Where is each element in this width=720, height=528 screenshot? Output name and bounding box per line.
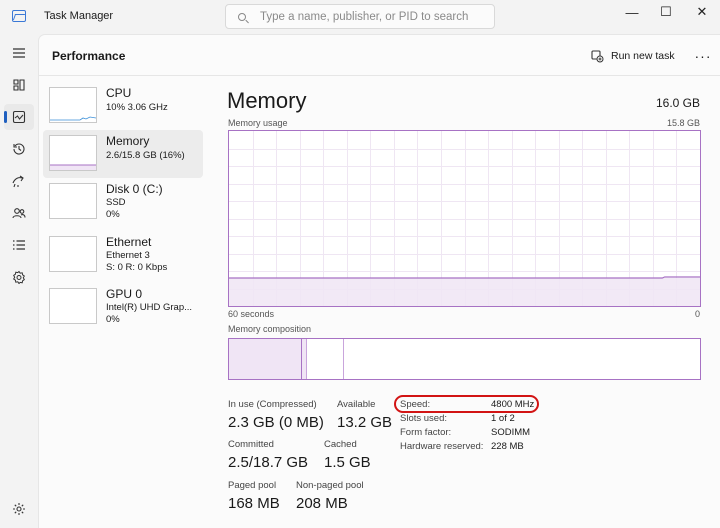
device-disk[interactable]: Disk 0 (C:) SSD 0% xyxy=(43,178,203,226)
page-title: Performance xyxy=(52,49,126,63)
form-factor-label: Form factor: xyxy=(400,427,452,438)
search-icon xyxy=(238,13,246,21)
details-icon xyxy=(13,240,25,250)
app-title: Task Manager xyxy=(44,10,114,22)
task-manager-app-icon xyxy=(12,10,26,22)
device-ethernet[interactable]: Ethernet Ethernet 3 S: 0 R: 0 Kbps xyxy=(43,231,203,279)
paged-pool-value: 168 MB xyxy=(228,495,280,512)
cached-label: Cached xyxy=(324,439,357,450)
more-options-button[interactable]: ··· xyxy=(691,44,715,68)
speed-highlight-annotation xyxy=(394,395,539,413)
disk-thumbnail xyxy=(49,183,97,219)
device-cpu[interactable]: CPU 10% 3.06 GHz xyxy=(43,82,203,130)
nav-details[interactable] xyxy=(4,232,34,258)
device-stat: 0% xyxy=(106,314,120,325)
services-icon xyxy=(13,270,25,284)
nav-services[interactable] xyxy=(4,264,34,290)
hardware-reserved-label: Hardware reserved: xyxy=(400,441,484,452)
device-stat: 0% xyxy=(106,209,120,220)
nav-app-history[interactable] xyxy=(4,136,34,162)
device-name: GPU 0 xyxy=(106,287,143,301)
device-stat: 2.6/15.8 GB (16%) xyxy=(106,150,185,161)
ethernet-thumbnail xyxy=(49,236,97,272)
available-label: Available xyxy=(337,399,376,410)
nav-settings[interactable] xyxy=(4,496,34,522)
slots-used-value: 1 of 2 xyxy=(491,413,515,424)
device-name: Disk 0 (C:) xyxy=(106,182,163,196)
nav-processes[interactable] xyxy=(4,72,34,98)
available-value: 13.2 GB xyxy=(337,414,393,431)
device-name: CPU xyxy=(106,86,132,100)
memory-usage-label: Memory usage xyxy=(228,118,288,128)
device-stat: S: 0 R: 0 Kbps xyxy=(106,262,168,273)
search-box[interactable] xyxy=(225,4,495,29)
app-history-icon xyxy=(13,143,25,155)
paged-pool-label: Paged pool xyxy=(228,480,277,491)
graph-time-left: 60 seconds xyxy=(228,309,275,319)
nav-performance[interactable] xyxy=(4,104,34,130)
nav-rail xyxy=(0,34,38,528)
composition-in-use xyxy=(229,339,302,379)
in-use-value: 2.3 GB (0 MB) xyxy=(228,414,324,431)
composition-standby xyxy=(307,339,344,379)
committed-value: 2.5/18.7 GB xyxy=(228,454,309,471)
device-stat: 10% 3.06 GHz xyxy=(106,102,168,113)
device-stat: Intel(R) UHD Grap... xyxy=(106,302,193,313)
cpu-thumbnail xyxy=(49,87,97,123)
minimize-button[interactable]: — xyxy=(614,0,650,24)
memory-usage-chart xyxy=(229,131,700,306)
close-button[interactable]: ✕ xyxy=(684,0,720,24)
form-factor-value: SODIMM xyxy=(491,427,531,438)
device-name: Ethernet xyxy=(106,235,152,249)
hamburger-icon xyxy=(13,48,25,58)
run-new-task-button[interactable]: Run new task xyxy=(591,44,675,68)
run-new-task-label: Run new task xyxy=(611,50,675,62)
memory-composition-label: Memory composition xyxy=(228,324,312,334)
maximize-button[interactable]: ☐ xyxy=(648,0,684,24)
memory-usage-graph xyxy=(228,130,701,307)
non-paged-pool-value: 208 MB xyxy=(296,495,348,512)
in-use-label: In use (Compressed) xyxy=(228,399,317,410)
device-stat: Ethernet 3 xyxy=(106,250,150,261)
title-bar: Task Manager — ☐ ✕ xyxy=(0,0,720,34)
hamburger-menu-button[interactable] xyxy=(4,40,34,66)
memory-usage-max: 15.8 GB xyxy=(666,118,700,128)
memory-composition-bar xyxy=(228,338,701,380)
startup-apps-icon xyxy=(12,175,24,188)
nav-users[interactable] xyxy=(4,200,34,226)
cached-value: 1.5 GB xyxy=(324,454,371,471)
slots-used-label: Slots used: xyxy=(400,413,447,424)
memory-total: 16.0 GB xyxy=(655,96,700,110)
usage-area xyxy=(229,278,700,306)
processes-icon xyxy=(13,79,25,91)
hardware-reserved-value: 228 MB xyxy=(491,441,524,452)
device-stat: SSD xyxy=(106,197,126,208)
device-memory[interactable]: Memory 2.6/15.8 GB (16%) xyxy=(43,130,203,178)
gpu-thumbnail xyxy=(49,288,97,324)
main-panel: Performance Run new task ··· CPU 10% 3.0… xyxy=(38,34,720,528)
non-paged-pool-label: Non-paged pool xyxy=(296,480,364,491)
graph-time-right: 0 xyxy=(694,309,700,319)
users-icon xyxy=(12,208,26,219)
device-name: Memory xyxy=(106,134,150,148)
search-input[interactable] xyxy=(260,8,485,25)
gear-icon xyxy=(13,503,25,515)
nav-startup-apps[interactable] xyxy=(4,168,34,194)
memory-heading: Memory xyxy=(227,88,307,113)
run-task-icon xyxy=(591,49,604,62)
memory-thumbnail xyxy=(49,135,97,171)
committed-label: Committed xyxy=(228,439,274,450)
header-divider xyxy=(39,75,720,76)
device-gpu[interactable]: GPU 0 Intel(R) UHD Grap... 0% xyxy=(43,283,203,331)
performance-icon xyxy=(12,110,26,124)
